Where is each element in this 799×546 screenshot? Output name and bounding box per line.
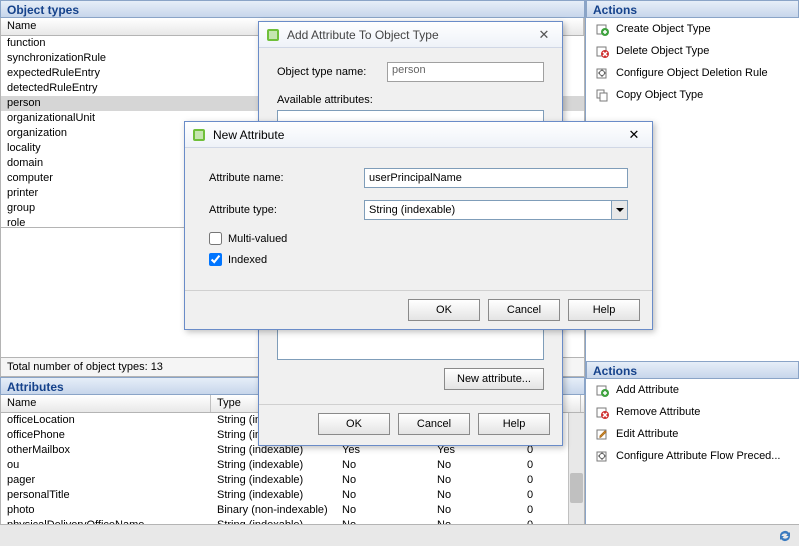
action-add-attribute[interactable]: Add Attribute	[586, 379, 799, 401]
dialog-title: Add Attribute To Object Type	[287, 28, 532, 42]
new-attribute-dialog[interactable]: New Attribute ✕ Attribute name: Attribut…	[184, 121, 653, 330]
attribute-row[interactable]: pagerString (indexable)NoNo0	[1, 473, 584, 488]
actions-top: Create Object TypeDelete Object TypeConf…	[586, 18, 799, 106]
label-indexed: Indexed	[228, 254, 267, 266]
refresh-icon[interactable]	[777, 528, 793, 544]
chevron-down-icon[interactable]	[611, 201, 627, 219]
edit-icon	[594, 426, 610, 442]
actions-bottom: Add AttributeRemove AttributeEdit Attrib…	[586, 379, 799, 467]
new-attribute-button[interactable]: New attribute...	[444, 368, 544, 390]
plus-icon	[594, 21, 610, 37]
app-icon	[191, 127, 207, 143]
help-button[interactable]: Help	[568, 299, 640, 321]
copy-icon	[594, 87, 610, 103]
cancel-button[interactable]: Cancel	[488, 299, 560, 321]
attribute-row[interactable]: ouString (indexable)NoNo0	[1, 458, 584, 473]
gear-icon	[594, 448, 610, 464]
close-icon[interactable]: ✕	[532, 26, 556, 44]
plus-icon	[594, 382, 610, 398]
label-attribute-name: Attribute name:	[209, 172, 364, 184]
ok-button[interactable]: OK	[318, 413, 390, 435]
attribute-row[interactable]: photoBinary (non-indexable)NoNo0	[1, 503, 584, 518]
action-configure-attribute-flow-preced[interactable]: Configure Attribute Flow Preced...	[586, 445, 799, 467]
delete-icon	[594, 43, 610, 59]
actions-header-bottom: Actions	[586, 361, 799, 379]
label-object-type-name: Object type name:	[277, 66, 387, 78]
multi-valued-checkbox[interactable]	[209, 232, 222, 245]
indexed-checkbox[interactable]	[209, 253, 222, 266]
object-types-header: Object types	[0, 0, 585, 18]
label-multi-valued: Multi-valued	[228, 233, 287, 245]
cancel-button[interactable]: Cancel	[398, 413, 470, 435]
object-type-name-field: person	[387, 62, 544, 82]
action-create-object-type[interactable]: Create Object Type	[586, 18, 799, 40]
attribute-row[interactable]: personalTitleString (indexable)NoNo0	[1, 488, 584, 503]
ok-button[interactable]: OK	[408, 299, 480, 321]
delete-icon	[594, 404, 610, 420]
app-icon	[265, 27, 281, 43]
attribute-name-input[interactable]	[364, 168, 628, 188]
gear-icon	[594, 65, 610, 81]
action-edit-attribute[interactable]: Edit Attribute	[586, 423, 799, 445]
attribute-type-select[interactable]: String (indexable)	[364, 200, 628, 220]
label-attribute-type: Attribute type:	[209, 204, 364, 216]
col-attr-name[interactable]: Name	[1, 395, 211, 412]
action-copy-object-type[interactable]: Copy Object Type	[586, 84, 799, 106]
action-remove-attribute[interactable]: Remove Attribute	[586, 401, 799, 423]
close-icon[interactable]: ✕	[622, 126, 646, 144]
status-bar	[0, 524, 799, 546]
label-available-attributes: Available attributes:	[277, 94, 544, 106]
help-button[interactable]: Help	[478, 413, 550, 435]
dialog-title: New Attribute	[213, 128, 622, 142]
actions-header-top: Actions	[586, 0, 799, 18]
action-delete-object-type[interactable]: Delete Object Type	[586, 40, 799, 62]
action-configure-object-deletion-rule[interactable]: Configure Object Deletion Rule	[586, 62, 799, 84]
